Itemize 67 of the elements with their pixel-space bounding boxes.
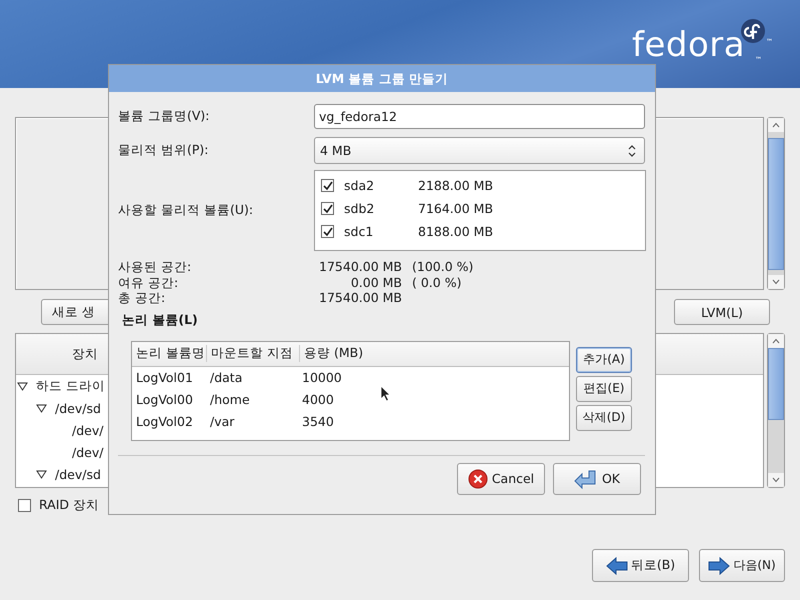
table-cell-text: LogVol01 — [135, 370, 194, 385]
close-icon — [468, 468, 488, 488]
column-header[interactable]: 용량 (MB) — [300, 345, 404, 362]
edit-button[interactable]: 편집(E) — [576, 376, 632, 402]
checkbox[interactable] — [321, 225, 334, 238]
scrollbar[interactable] — [767, 333, 785, 488]
volume-name: sdc1 — [344, 224, 374, 239]
ok-button[interactable]: OK — [553, 462, 641, 494]
scroll-up-icon[interactable] — [772, 338, 780, 344]
next-button[interactable]: 다음(N) — [699, 549, 785, 582]
summary-value: 17540.00 MB — [318, 290, 402, 306]
up-down-arrow-icon — [628, 144, 636, 156]
tree-item[interactable]: 하드 드라이 — [36, 378, 105, 394]
extent-dropdown[interactable]: 4 MB — [314, 137, 645, 164]
logo-wordmark: fedora — [632, 28, 746, 62]
summary-value: 17540.00 MB — [318, 259, 402, 274]
table-cell-text: /var — [209, 414, 236, 429]
collapse-triangle-icon[interactable] — [36, 470, 47, 478]
scroll-up-icon[interactable] — [772, 122, 780, 128]
table-cell-text: /data — [209, 370, 244, 385]
table-cell-text: 3540 — [301, 414, 334, 429]
table-cell-text: 4000 — [301, 392, 334, 407]
collapse-triangle-icon[interactable] — [36, 404, 47, 412]
volume-size: 8188.00 MB — [418, 224, 494, 239]
lvm-button[interactable]: LVM(L) — [674, 299, 770, 325]
summary-value: 0.00 MB — [350, 274, 402, 290]
add-button[interactable]: 추가(A) — [576, 346, 632, 372]
volume-name: sdb2 — [344, 201, 376, 216]
volume-size: 2188.00 MB — [418, 178, 494, 193]
mouse-pointer-icon — [380, 385, 391, 402]
summary-percent: (100.0 %) — [412, 259, 474, 274]
table-cell-text: 10000 — [301, 370, 342, 385]
summary-label: 사용된 공간: — [118, 259, 192, 274]
left-arrow-icon — [606, 556, 628, 574]
column-header[interactable]: 논리 볼륨명 — [132, 345, 207, 362]
field-label: 물리적 범위(P): — [118, 142, 210, 159]
tree-item[interactable]: /dev/ — [72, 444, 104, 460]
checkbox-label: RAID 장치 — [39, 496, 100, 514]
cancel-button[interactable]: Cancel — [457, 462, 545, 494]
dialog-title: LVM 볼륨 그룹 만들기 — [109, 65, 655, 92]
field-label: 사용할 물리적 볼륨(U): — [118, 202, 254, 219]
volume-group-name-field[interactable]: vg_fedora12 — [314, 104, 645, 129]
table-cell-text: LogVol02 — [135, 414, 194, 429]
back-button[interactable]: 뒤로(B) — [592, 549, 689, 582]
tree-item[interactable]: /dev/sd — [55, 400, 101, 416]
scrollbar[interactable] — [767, 117, 785, 290]
collapse-triangle-icon[interactable] — [17, 382, 28, 390]
right-arrow-icon — [708, 556, 730, 574]
summary-label: 여유 공간: — [118, 274, 180, 290]
tree-item[interactable]: /dev/sd — [55, 466, 101, 482]
column-header[interactable]: 마운트할 지점 — [207, 345, 300, 362]
infinity-f-logo-icon — [740, 18, 766, 44]
table-cell-text: /home — [209, 392, 251, 407]
field-label: 볼륨 그룹명(V): — [118, 108, 210, 125]
return-arrow-icon — [574, 468, 598, 488]
checkbox[interactable] — [321, 179, 334, 192]
scroll-down-icon[interactable] — [772, 279, 780, 285]
volume-size: 7164.00 MB — [418, 201, 494, 216]
tree-item[interactable]: /dev/ — [72, 422, 104, 438]
table-cell-text: LogVol00 — [135, 392, 194, 407]
summary-percent: ( 0.0 %) — [412, 274, 462, 290]
delete-button[interactable]: 삭제(D) — [576, 404, 632, 430]
column-header[interactable]: 장치 — [72, 346, 98, 362]
checkbox[interactable] — [18, 498, 31, 512]
scroll-down-icon[interactable] — [772, 477, 780, 483]
checkbox[interactable] — [321, 202, 334, 215]
volume-name: sda2 — [344, 178, 376, 193]
